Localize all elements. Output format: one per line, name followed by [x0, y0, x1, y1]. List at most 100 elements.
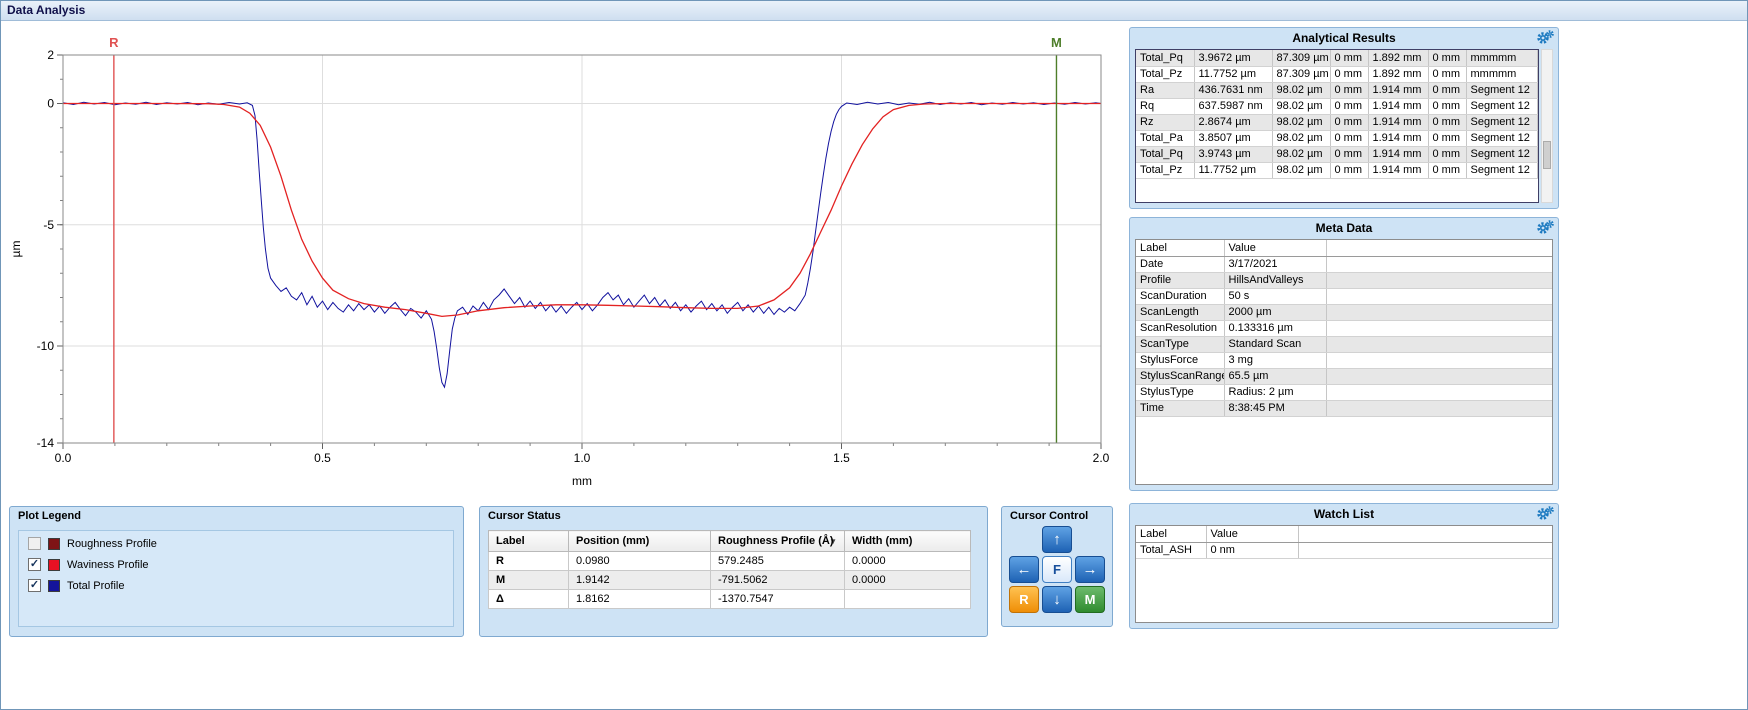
settings-gears-icon[interactable]: [1536, 220, 1554, 241]
cursor-f-button[interactable]: F: [1042, 556, 1072, 583]
filler-cell: [1326, 400, 1552, 416]
cursor-cell: 0.0000: [845, 552, 971, 571]
result-cell: 436.7631 nm: [1194, 82, 1272, 98]
meta-cell: Time: [1136, 400, 1224, 416]
result-cell: 87.309 µm: [1272, 66, 1330, 82]
scrollbar-thumb[interactable]: [1543, 141, 1551, 169]
legend-item: Roughness Profile: [19, 531, 453, 552]
legend-item: ✓ Waviness Profile: [19, 552, 453, 573]
legend-color-swatch: [48, 559, 60, 571]
profile-chart[interactable]: 0.00.51.01.52.020-5-10-14RMmmµm: [5, 25, 1123, 503]
cursor-r-button[interactable]: R: [1009, 586, 1039, 613]
cursor-cell: 1.8162: [569, 590, 711, 609]
column-header-dropdown[interactable]: ▼ Roughness Profile (Å): [711, 531, 845, 552]
cursor-right-button[interactable]: →: [1075, 556, 1105, 583]
meta-cell: 8:38:45 PM: [1224, 400, 1326, 416]
meta-cell: 50 s: [1224, 288, 1326, 304]
result-cell: mmmmm: [1466, 66, 1538, 82]
meta-row[interactable]: ScanDuration50 s: [1136, 288, 1552, 304]
cursor-row[interactable]: Δ1.8162-1370.7547: [489, 590, 971, 609]
result-cell: Total_Pz: [1136, 162, 1194, 178]
cursor-left-button[interactable]: ←: [1009, 556, 1039, 583]
result-row[interactable]: Total_Pq3.9743 µm98.02 µm0 mm1.914 mm0 m…: [1136, 146, 1538, 162]
cursor-row[interactable]: M1.9142-791.50620.0000: [489, 571, 971, 590]
svg-text:2: 2: [47, 48, 54, 62]
watch-row[interactable]: Total_ASH0 nm: [1136, 542, 1552, 558]
meta-cell: Standard Scan: [1224, 336, 1326, 352]
meta-row[interactable]: ProfileHillsAndValleys: [1136, 272, 1552, 288]
watch-list-table: Label Value Total_ASH0 nm: [1135, 525, 1553, 623]
result-row[interactable]: Total_Pz11.7752 µm87.309 µm0 mm1.892 mm0…: [1136, 66, 1538, 82]
cursor-status-table: Label Position (mm) ▼ Roughness Profile …: [488, 530, 971, 609]
column-header: Label: [489, 531, 569, 552]
svg-text:0: 0: [47, 97, 54, 111]
meta-cell: 2000 µm: [1224, 304, 1326, 320]
cursor-cell: -791.5062: [711, 571, 845, 590]
result-cell: 1.914 mm: [1368, 130, 1428, 146]
result-row[interactable]: Rz2.8674 µm98.02 µm0 mm1.914 mm0 mmSegme…: [1136, 114, 1538, 130]
result-cell: 1.892 mm: [1368, 66, 1428, 82]
cursor-down-button[interactable]: ↓: [1042, 586, 1072, 613]
filler-cell: [1326, 256, 1552, 272]
legend-label: Waviness Profile: [67, 559, 149, 571]
meta-data-panel: Meta Data Label Value Date3/17/2021Profi…: [1129, 217, 1559, 491]
result-cell: 0 mm: [1428, 162, 1466, 178]
meta-row[interactable]: StylusScanRange65.5 µm: [1136, 368, 1552, 384]
result-row[interactable]: Ra436.7631 nm98.02 µm0 mm1.914 mm0 mmSeg…: [1136, 82, 1538, 98]
result-cell: 0 mm: [1428, 50, 1466, 66]
cursor-row[interactable]: R0.0980579.24850.0000: [489, 552, 971, 571]
result-cell: mmmmm: [1466, 50, 1538, 66]
meta-row[interactable]: ScanResolution0.133316 µm: [1136, 320, 1552, 336]
legend-label: Roughness Profile: [67, 538, 157, 550]
result-cell: Total_Pq: [1136, 50, 1194, 66]
result-cell: 0 mm: [1330, 146, 1368, 162]
meta-row[interactable]: Date3/17/2021: [1136, 256, 1552, 272]
result-cell: 0 mm: [1330, 66, 1368, 82]
analytical-results-table: Total_Pq3.9672 µm87.309 µm0 mm1.892 mm0 …: [1135, 49, 1539, 203]
table-header-row: Label Value: [1136, 240, 1552, 256]
result-row[interactable]: Total_Pq3.9672 µm87.309 µm0 mm1.892 mm0 …: [1136, 50, 1538, 66]
group-caption: Cursor Control: [1002, 507, 1112, 523]
meta-row[interactable]: StylusForce3 mg: [1136, 352, 1552, 368]
plot-legend-panel: Plot Legend Roughness Profile✓Waviness P…: [9, 506, 464, 637]
window-title: Data Analysis: [7, 3, 85, 17]
meta-row[interactable]: StylusTypeRadius: 2 µm: [1136, 384, 1552, 400]
settings-gears-icon[interactable]: [1536, 506, 1554, 527]
meta-data-header: Meta Data: [1130, 218, 1558, 238]
cursor-m-button[interactable]: M: [1075, 586, 1105, 613]
group-caption: Cursor Status: [480, 507, 987, 523]
settings-gears-icon[interactable]: [1536, 30, 1554, 51]
meta-row[interactable]: ScanLength2000 µm: [1136, 304, 1552, 320]
meta-row[interactable]: Time8:38:45 PM: [1136, 400, 1552, 416]
svg-text:-14: -14: [37, 436, 55, 450]
result-cell: 637.5987 nm: [1194, 98, 1272, 114]
cursor-status-panel: Cursor Status Label Position (mm) ▼ Roug…: [479, 506, 988, 637]
result-cell: Total_Pz: [1136, 66, 1194, 82]
legend-label: Total Profile: [67, 580, 124, 592]
cursor-cell: 0.0980: [569, 552, 711, 571]
svg-text:-5: -5: [43, 218, 54, 232]
result-cell: 0 mm: [1330, 130, 1368, 146]
svg-text:1.5: 1.5: [833, 451, 850, 465]
svg-text:M: M: [1051, 35, 1062, 50]
analytical-results-header: Analytical Results: [1130, 28, 1558, 48]
result-row[interactable]: Total_Pz11.7752 µm98.02 µm0 mm1.914 mm0 …: [1136, 162, 1538, 178]
result-cell: 11.7752 µm: [1194, 162, 1272, 178]
legend-checkbox[interactable]: [28, 537, 41, 550]
result-row[interactable]: Rq637.5987 nm98.02 µm0 mm1.914 mm0 mmSeg…: [1136, 98, 1538, 114]
watch-list-panel: Watch List Label Value Total_ASH0 nm: [1129, 503, 1559, 629]
meta-row[interactable]: ScanTypeStandard Scan: [1136, 336, 1552, 352]
cursor-control-panel: Cursor Control ↑ ← F → R ↓ M: [1001, 506, 1113, 627]
legend-checkbox[interactable]: ✓: [28, 558, 41, 571]
meta-cell: ScanDuration: [1136, 288, 1224, 304]
data-analysis-window: Data Analysis 0.00.51.01.52.020-5-10-14R…: [0, 0, 1748, 710]
result-row[interactable]: Total_Pa3.8507 µm98.02 µm0 mm1.914 mm0 m…: [1136, 130, 1538, 146]
cursor-up-button[interactable]: ↑: [1042, 526, 1072, 553]
legend-checkbox[interactable]: ✓: [28, 579, 41, 592]
result-cell: 0 mm: [1428, 114, 1466, 130]
result-cell: Segment 12: [1466, 98, 1538, 114]
result-cell: 0 mm: [1428, 130, 1466, 146]
result-cell: Segment 12: [1466, 82, 1538, 98]
scrollbar[interactable]: [1541, 49, 1553, 203]
result-cell: 98.02 µm: [1272, 146, 1330, 162]
